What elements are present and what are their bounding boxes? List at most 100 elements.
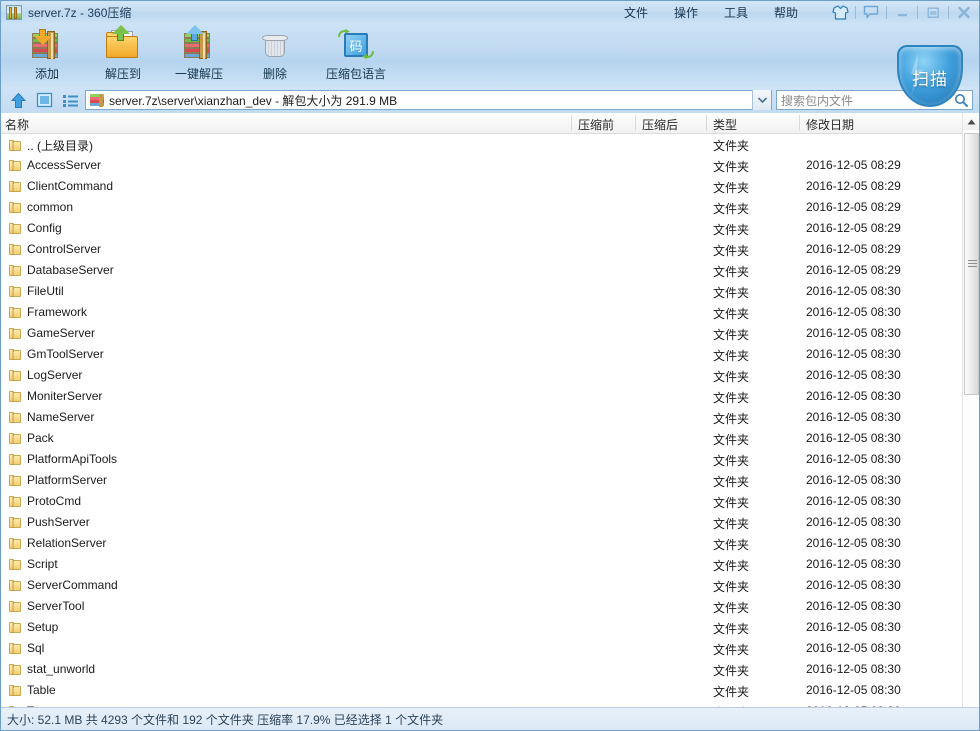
scan-shield-button[interactable]: 扫描 xyxy=(897,45,963,111)
table-row[interactable]: DatabaseServer文件夹2016-12-05 08:29 xyxy=(1,260,964,281)
table-row[interactable]: GameServer文件夹2016-12-05 08:30 xyxy=(1,323,964,344)
table-row[interactable]: ServerCommand文件夹2016-12-05 08:30 xyxy=(1,575,964,596)
column-divider[interactable] xyxy=(635,115,636,131)
folder-icon xyxy=(9,601,21,612)
file-type-cell: 文件夹 xyxy=(713,137,749,154)
language-code-icon: 码 xyxy=(336,27,376,63)
file-date-cell: 2016-12-05 08:30 xyxy=(806,578,901,592)
table-row[interactable]: GmToolServer文件夹2016-12-05 08:30 xyxy=(1,344,964,365)
maximize-button[interactable] xyxy=(918,2,948,22)
table-row[interactable]: Pack文件夹2016-12-05 08:30 xyxy=(1,428,964,449)
table-row[interactable]: ServerTool文件夹2016-12-05 08:30 xyxy=(1,596,964,617)
folder-icon xyxy=(9,454,21,465)
table-row[interactable]: ClientCommand文件夹2016-12-05 08:29 xyxy=(1,176,964,197)
file-name-cell: Pack xyxy=(9,431,54,445)
minimize-button[interactable] xyxy=(887,2,917,22)
add-button-label: 添加 xyxy=(35,65,59,82)
archive-icon xyxy=(90,94,104,107)
feedback-button[interactable] xyxy=(856,2,886,22)
table-row[interactable]: RelationServer文件夹2016-12-05 08:30 xyxy=(1,533,964,554)
table-row[interactable]: Config文件夹2016-12-05 08:29 xyxy=(1,218,964,239)
scroll-up-button[interactable] xyxy=(963,113,980,130)
file-name-cell: PushServer xyxy=(9,515,90,529)
file-date-cell: 2016-12-05 08:30 xyxy=(806,536,901,550)
up-button[interactable] xyxy=(7,90,29,110)
table-row[interactable]: PlatformApiTools文件夹2016-12-05 08:30 xyxy=(1,449,964,470)
archive-language-button[interactable]: 码 压缩包语言 xyxy=(313,23,399,85)
menu-tools[interactable]: 工具 xyxy=(711,1,761,24)
file-date-cell: 2016-12-05 08:30 xyxy=(806,368,901,382)
preview-pane-button[interactable] xyxy=(33,90,55,110)
column-header-after[interactable]: 压缩后 xyxy=(642,116,678,133)
table-row[interactable]: MoniterServer文件夹2016-12-05 08:30 xyxy=(1,386,964,407)
file-name-cell: GameServer xyxy=(9,326,95,340)
table-row[interactable]: NameServer文件夹2016-12-05 08:30 xyxy=(1,407,964,428)
folder-icon xyxy=(9,538,21,549)
table-row[interactable]: .. (上级目录)文件夹 xyxy=(1,134,964,155)
file-type-cell: 文件夹 xyxy=(713,473,749,490)
table-row[interactable]: FileUtil文件夹2016-12-05 08:30 xyxy=(1,281,964,302)
column-header-before[interactable]: 压缩前 xyxy=(578,116,614,133)
file-name-label: common xyxy=(27,200,73,214)
table-row[interactable]: ProtoCmd文件夹2016-12-05 08:30 xyxy=(1,491,964,512)
table-row[interactable]: AccessServer文件夹2016-12-05 08:29 xyxy=(1,155,964,176)
file-name-label: Setup xyxy=(27,620,58,634)
close-button[interactable] xyxy=(949,2,979,22)
path-dropdown-button[interactable] xyxy=(752,90,771,110)
extract-to-button[interactable]: 解压到 xyxy=(85,23,161,85)
table-row[interactable]: Sql文件夹2016-12-05 08:30 xyxy=(1,638,964,659)
column-divider[interactable] xyxy=(571,115,572,131)
scan-label: 扫描 xyxy=(897,65,963,90)
column-header-date[interactable]: 修改日期 xyxy=(806,116,854,133)
file-name-cell: LogServer xyxy=(9,368,82,382)
title-bar-left: server.7z - 360压缩 xyxy=(1,4,131,21)
file-name-label: ServerCommand xyxy=(27,578,118,592)
file-name-cell: Table xyxy=(9,683,56,697)
scrollbar-grip-icon xyxy=(968,260,977,268)
extract-to-button-label: 解压到 xyxy=(105,65,141,82)
file-date-cell: 2016-12-05 08:30 xyxy=(806,284,901,298)
file-type-cell: 文件夹 xyxy=(713,242,749,259)
one-click-extract-button[interactable]: 一键解压 xyxy=(161,23,237,85)
table-row[interactable]: Setup文件夹2016-12-05 08:30 xyxy=(1,617,964,638)
table-row[interactable]: Framework文件夹2016-12-05 08:30 xyxy=(1,302,964,323)
skin-button[interactable] xyxy=(825,2,855,22)
file-name-label: MoniterServer xyxy=(27,389,102,403)
archive-icon xyxy=(6,5,22,20)
table-row[interactable]: PlatformServer文件夹2016-12-05 08:30 xyxy=(1,470,964,491)
delete-button[interactable]: 删除 xyxy=(237,23,313,85)
column-divider[interactable] xyxy=(799,115,800,131)
table-row[interactable]: Table文件夹2016-12-05 08:30 xyxy=(1,680,964,701)
table-row[interactable]: PushServer文件夹2016-12-05 08:30 xyxy=(1,512,964,533)
file-date-cell: 2016-12-05 08:30 xyxy=(806,662,901,676)
folder-icon xyxy=(9,181,21,192)
menu-help[interactable]: 帮助 xyxy=(761,1,811,24)
table-row[interactable]: common文件夹2016-12-05 08:29 xyxy=(1,197,964,218)
folder-icon xyxy=(9,140,21,151)
column-header-name[interactable]: 名称 xyxy=(5,116,29,133)
file-date-cell: 2016-12-05 08:30 xyxy=(806,599,901,613)
archive-add-icon xyxy=(27,27,67,63)
window-title: server.7z - 360压缩 xyxy=(28,4,131,21)
table-row[interactable]: stat_unworld文件夹2016-12-05 08:30 xyxy=(1,659,964,680)
menu-action[interactable]: 操作 xyxy=(661,1,711,24)
menu-file[interactable]: 文件 xyxy=(611,1,661,24)
column-header-type[interactable]: 类型 xyxy=(713,116,737,133)
file-date-cell: 2016-12-05 08:30 xyxy=(806,557,901,571)
column-divider[interactable] xyxy=(706,115,707,131)
table-row[interactable]: LogServer文件夹2016-12-05 08:30 xyxy=(1,365,964,386)
file-name-label: Script xyxy=(27,557,58,571)
folder-icon xyxy=(9,328,21,339)
add-button[interactable]: 添加 xyxy=(9,23,85,85)
file-type-cell: 文件夹 xyxy=(713,557,749,574)
file-type-cell: 文件夹 xyxy=(713,179,749,196)
table-row[interactable]: ControlServer文件夹2016-12-05 08:29 xyxy=(1,239,964,260)
path-field[interactable]: server.7z\server\xianzhan_dev - 解包大小为 29… xyxy=(85,90,772,110)
file-name-cell: MoniterServer xyxy=(9,389,102,403)
vertical-scrollbar[interactable] xyxy=(962,113,979,725)
list-view-button[interactable] xyxy=(59,90,81,110)
delete-button-label: 删除 xyxy=(263,65,287,82)
file-name-cell: PlatformServer xyxy=(9,473,107,487)
scrollbar-thumb[interactable] xyxy=(964,133,979,395)
table-row[interactable]: Script 文件夹 2016-12-05 08:30 xyxy=(1,554,964,575)
